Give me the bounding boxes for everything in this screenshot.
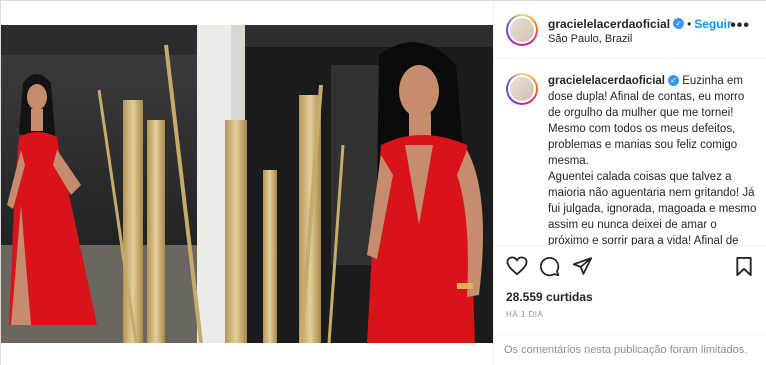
photo-top-margin [1,1,493,25]
verified-badge-icon: ✓ [673,18,685,30]
follow-button[interactable]: Seguir [694,17,731,31]
post-actions: 28.559 curtidas HÁ 1 DIA [494,245,766,339]
header-user-row: gracielelacerdaoficial ✓ • Seguir [548,15,732,33]
comments-limited-notice: Os comentários nesta publicação foram li… [494,334,766,365]
caption-avatar[interactable] [506,73,538,105]
caption-area: gracielelacerdaoficial ✓ Euzinha em dose … [494,59,766,245]
post-side-panel: gracielelacerdaoficial ✓ • Seguir São Paulo… [493,1,766,365]
verified-badge-icon: ✓ [667,75,679,87]
photo-illustration [1,25,493,343]
caption-paragraph-1: Euzinha em dose dupla! Afinal de contas,… [548,75,745,167]
photo-scene [1,25,493,343]
caption-text: gracielelacerdaoficial ✓ Euzinha em dose … [548,73,758,245]
post-header: gracielelacerdaoficial ✓ • Seguir São Paulo… [494,1,766,59]
caption-username[interactable]: gracielelacerdaoficial [548,75,665,87]
post-photo[interactable] [1,1,493,365]
caption-paragraph-2: Aguentei calada coisas que talvez a maio… [548,171,757,245]
avatar[interactable] [506,14,538,46]
more-options-icon[interactable]: ••• [730,17,750,35]
bookmark-icon[interactable] [735,256,753,277]
post-time[interactable]: HÁ 1 DIA [506,310,543,319]
instagram-post: gracielelacerdaoficial ✓ • Seguir São Paulo… [0,0,766,365]
share-icon[interactable] [572,256,593,276]
page: gracielelacerdaoficial ✓ • Seguir São Paulo… [0,0,766,365]
separator-dot: • [687,17,692,31]
location-link[interactable]: São Paulo, Brazil [548,33,632,45]
likes-count[interactable]: 28.559 curtidas [506,290,593,304]
comment-icon[interactable] [539,256,560,277]
photo-bottom-margin [1,343,493,365]
heart-icon[interactable] [506,256,528,276]
header-username[interactable]: gracielelacerdaoficial [548,17,670,31]
